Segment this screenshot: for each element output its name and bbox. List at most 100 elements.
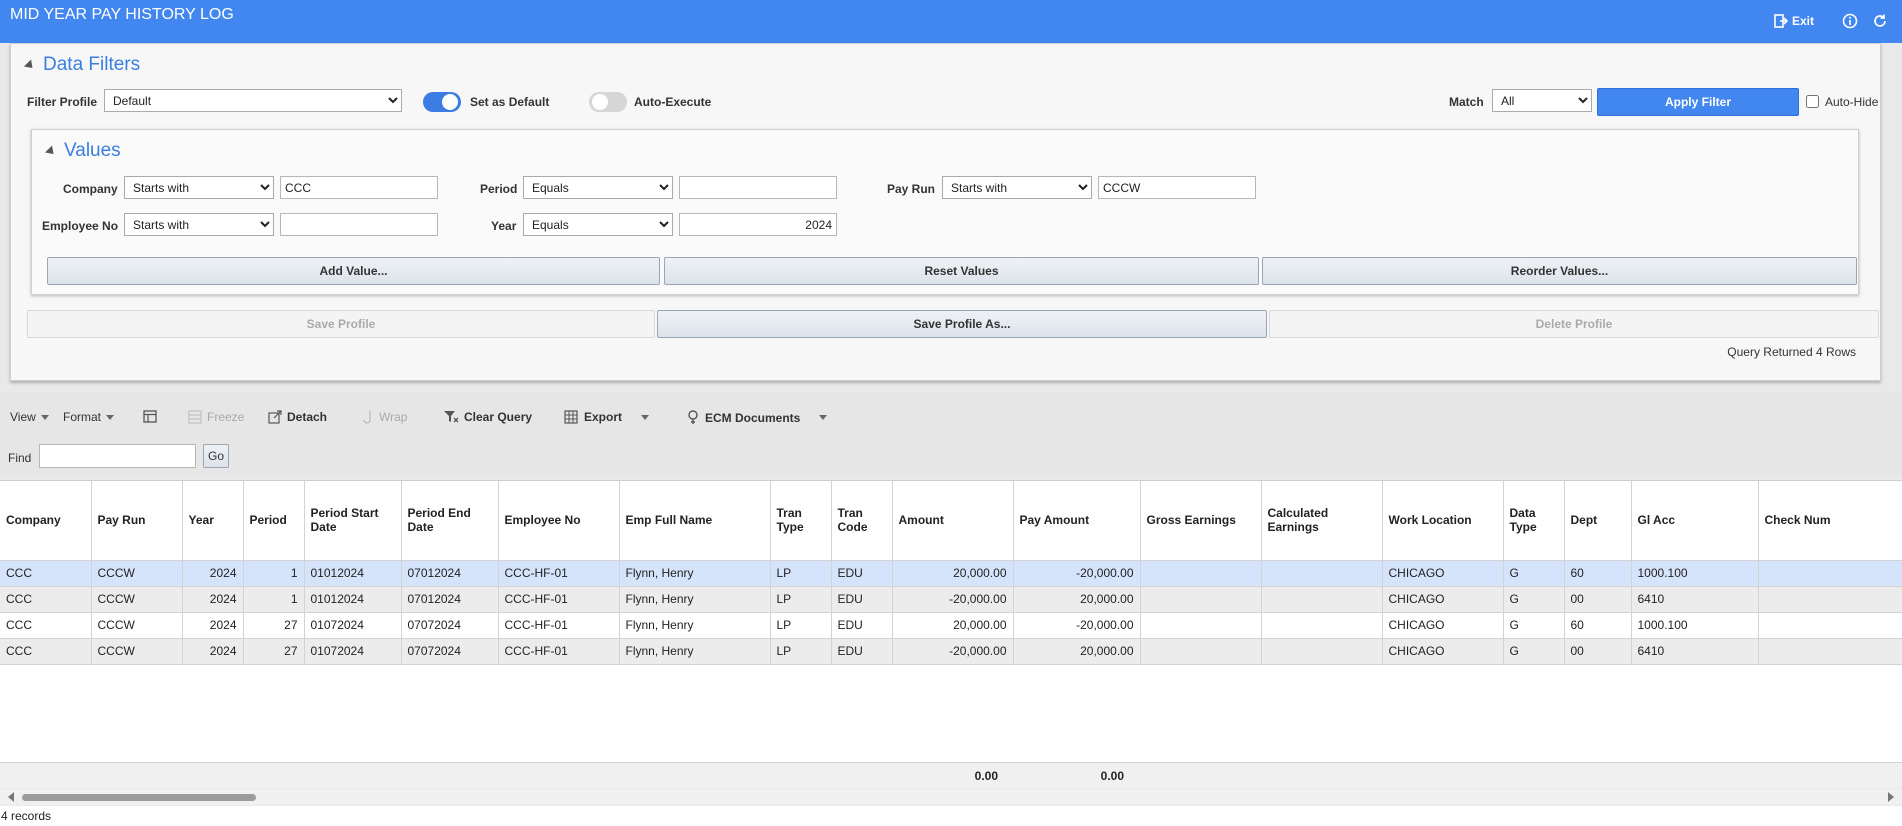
- detach-button[interactable]: Detach: [268, 410, 327, 424]
- save-profile-button[interactable]: Save Profile: [27, 310, 655, 338]
- table-cell[interactable]: [1140, 560, 1262, 587]
- column-header[interactable]: Emp Full Name: [619, 481, 771, 561]
- table-cell[interactable]: 00: [1564, 586, 1632, 613]
- table-cell[interactable]: [1140, 612, 1262, 639]
- column-header[interactable]: Company: [0, 481, 92, 561]
- table-cell[interactable]: 01012024: [304, 586, 402, 613]
- values-header[interactable]: Values: [44, 140, 121, 162]
- column-header[interactable]: Gross Earnings: [1140, 481, 1262, 561]
- table-cell[interactable]: CCC-HF-01: [498, 586, 620, 613]
- table-row[interactable]: CCC CCCW 2024 27 01072024 07072024 CCC-HF-01 Fl…: [0, 638, 1902, 665]
- table-cell[interactable]: [1140, 638, 1262, 665]
- table-cell[interactable]: 20,000.00: [892, 560, 1014, 587]
- table-cell[interactable]: LP: [770, 560, 832, 587]
- table-cell[interactable]: [1758, 586, 1902, 613]
- table-cell[interactable]: LP: [770, 612, 832, 639]
- column-header[interactable]: Amount: [892, 481, 1014, 561]
- column-header[interactable]: Year: [182, 481, 244, 561]
- column-header[interactable]: Period: [243, 481, 305, 561]
- table-cell[interactable]: 1: [243, 586, 305, 613]
- table-cell[interactable]: G: [1503, 638, 1565, 665]
- table-cell[interactable]: CCC-HF-01: [498, 560, 620, 587]
- add-value-button[interactable]: Add Value...: [47, 257, 660, 285]
- pay-run-value-input[interactable]: [1098, 176, 1256, 199]
- table-cell[interactable]: -20,000.00: [892, 586, 1014, 613]
- table-cell[interactable]: LP: [770, 638, 832, 665]
- table-cell[interactable]: EDU: [831, 612, 893, 639]
- period-value-input[interactable]: [679, 176, 837, 199]
- column-header[interactable]: Tran Code: [831, 481, 893, 561]
- grid-settings-button[interactable]: [143, 410, 159, 424]
- table-row[interactable]: CCC CCCW 2024 1 01012024 07012024 CCC-HF-01 Fly…: [0, 560, 1902, 587]
- table-cell[interactable]: [1758, 560, 1902, 587]
- table-cell[interactable]: 1: [243, 560, 305, 587]
- exit-button[interactable]: Exit: [1774, 14, 1814, 28]
- data-filters-header[interactable]: Data Filters: [23, 54, 140, 76]
- table-cell[interactable]: CHICAGO: [1382, 638, 1504, 665]
- table-cell[interactable]: 07072024: [401, 638, 499, 665]
- column-header[interactable]: Period Start Date: [304, 481, 402, 561]
- table-cell[interactable]: CHICAGO: [1382, 586, 1504, 613]
- table-cell[interactable]: Flynn, Henry: [619, 612, 771, 639]
- table-row[interactable]: CCC CCCW 2024 27 01072024 07072024 CCC-HF-01 Fl…: [0, 612, 1902, 639]
- table-cell[interactable]: CCCW: [91, 586, 183, 613]
- column-header[interactable]: Calculated Earnings: [1261, 481, 1383, 561]
- table-cell[interactable]: 01012024: [304, 560, 402, 587]
- table-cell[interactable]: [1261, 612, 1383, 639]
- table-cell[interactable]: CCC: [0, 638, 92, 665]
- ecm-documents-button[interactable]: ECM Documents: [686, 410, 828, 425]
- horizontal-scrollbar[interactable]: [0, 789, 1902, 805]
- delete-profile-button[interactable]: Delete Profile: [1269, 310, 1879, 338]
- table-cell[interactable]: G: [1503, 560, 1565, 587]
- table-cell[interactable]: -20,000.00: [1013, 560, 1141, 587]
- table-cell[interactable]: 6410: [1631, 638, 1759, 665]
- pay-run-operator-select[interactable]: Starts with: [942, 176, 1092, 199]
- view-menu[interactable]: View: [10, 410, 49, 424]
- table-cell[interactable]: EDU: [831, 586, 893, 613]
- table-cell[interactable]: 60: [1564, 612, 1632, 639]
- table-cell[interactable]: 01072024: [304, 612, 402, 639]
- reset-values-button[interactable]: Reset Values: [664, 257, 1259, 285]
- table-cell[interactable]: 20,000.00: [1013, 638, 1141, 665]
- save-profile-as-button[interactable]: Save Profile As...: [657, 310, 1267, 338]
- column-header[interactable]: Dept: [1564, 481, 1632, 561]
- table-cell[interactable]: 27: [243, 638, 305, 665]
- table-cell[interactable]: [1261, 560, 1383, 587]
- column-header[interactable]: Data Type: [1503, 481, 1565, 561]
- table-cell[interactable]: CHICAGO: [1382, 612, 1504, 639]
- table-cell[interactable]: 2024: [182, 612, 244, 639]
- export-button[interactable]: Export: [564, 410, 650, 424]
- employee-operator-select[interactable]: Starts with: [124, 213, 274, 236]
- table-cell[interactable]: CCC-HF-01: [498, 612, 620, 639]
- table-cell[interactable]: CHICAGO: [1382, 560, 1504, 587]
- table-cell[interactable]: CCCW: [91, 612, 183, 639]
- table-cell[interactable]: -20,000.00: [892, 638, 1014, 665]
- table-cell[interactable]: CCC: [0, 612, 92, 639]
- column-header[interactable]: Employee No: [498, 481, 620, 561]
- table-cell[interactable]: G: [1503, 612, 1565, 639]
- go-button[interactable]: Go: [203, 444, 229, 468]
- table-cell[interactable]: LP: [770, 586, 832, 613]
- table-cell[interactable]: CCC: [0, 586, 92, 613]
- table-cell[interactable]: CCC-HF-01: [498, 638, 620, 665]
- table-cell[interactable]: 07072024: [401, 612, 499, 639]
- table-cell[interactable]: 2024: [182, 586, 244, 613]
- table-cell[interactable]: 07012024: [401, 586, 499, 613]
- table-cell[interactable]: 1000.100: [1631, 560, 1759, 587]
- scroll-right-icon[interactable]: [1888, 792, 1894, 802]
- table-cell[interactable]: Flynn, Henry: [619, 560, 771, 587]
- table-cell[interactable]: 27: [243, 612, 305, 639]
- table-cell[interactable]: 2024: [182, 638, 244, 665]
- period-operator-select[interactable]: Equals: [523, 176, 673, 199]
- employee-value-input[interactable]: [280, 213, 438, 236]
- year-value-input[interactable]: [679, 213, 837, 236]
- wrap-button[interactable]: Wrap: [362, 410, 407, 424]
- table-cell[interactable]: CCCW: [91, 638, 183, 665]
- table-cell[interactable]: EDU: [831, 638, 893, 665]
- column-header[interactable]: Gl Acc: [1631, 481, 1759, 561]
- column-header[interactable]: Period End Date: [401, 481, 499, 561]
- clear-query-button[interactable]: Clear Query: [443, 410, 532, 424]
- table-cell[interactable]: 6410: [1631, 586, 1759, 613]
- table-cell[interactable]: [1140, 586, 1262, 613]
- table-cell[interactable]: [1261, 586, 1383, 613]
